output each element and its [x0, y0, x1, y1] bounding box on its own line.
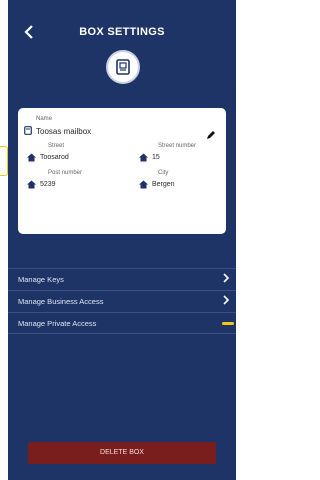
- app-screen: BOX SETTINGS Name Toosas mailbox Street …: [8, 0, 236, 480]
- home-icon: [139, 180, 148, 191]
- home-icon: [139, 153, 148, 164]
- home-icon: [27, 180, 36, 191]
- street-value: Toosarod: [40, 154, 69, 161]
- chevron-left-icon: [24, 25, 33, 39]
- street-number-label: Street number: [158, 143, 197, 149]
- back-button[interactable]: [18, 22, 40, 44]
- city-label: City: [158, 170, 169, 176]
- post-number-value: 5239: [40, 181, 56, 188]
- name-value: Toosas mailbox: [36, 127, 92, 136]
- page-title: BOX SETTINGS: [79, 26, 165, 38]
- highlight-marker-left: [0, 146, 8, 176]
- menu-item-label: Manage Keys: [18, 275, 64, 284]
- highlight-marker: [222, 322, 234, 325]
- mailbox-icon: [106, 50, 140, 84]
- post-number-label: Post number: [48, 170, 83, 176]
- menu-item-manage-business-access[interactable]: Manage Business Access: [8, 290, 236, 312]
- delete-box-button[interactable]: DELETE BOX: [28, 442, 216, 464]
- menu-item-manage-private-access[interactable]: Manage Private Access: [8, 312, 236, 334]
- edit-button[interactable]: [206, 130, 216, 143]
- menu-item-label: Manage Private Access: [18, 319, 97, 328]
- chevron-right-icon: [222, 272, 230, 287]
- chevron-right-icon: [222, 294, 230, 309]
- pencil-icon: [207, 131, 215, 139]
- mailbox-small-icon: [24, 126, 32, 137]
- street-number-value: 15: [152, 154, 160, 161]
- box-details-card: Name Toosas mailbox Street Toosarod Stre…: [18, 108, 226, 234]
- name-label: Name: [36, 116, 53, 122]
- menu-item-manage-keys[interactable]: Manage Keys: [8, 268, 236, 290]
- street-label: Street: [48, 143, 65, 149]
- city-value: Bergen: [152, 181, 175, 188]
- home-icon: [27, 153, 36, 164]
- menu-item-label: Manage Business Access: [18, 297, 104, 306]
